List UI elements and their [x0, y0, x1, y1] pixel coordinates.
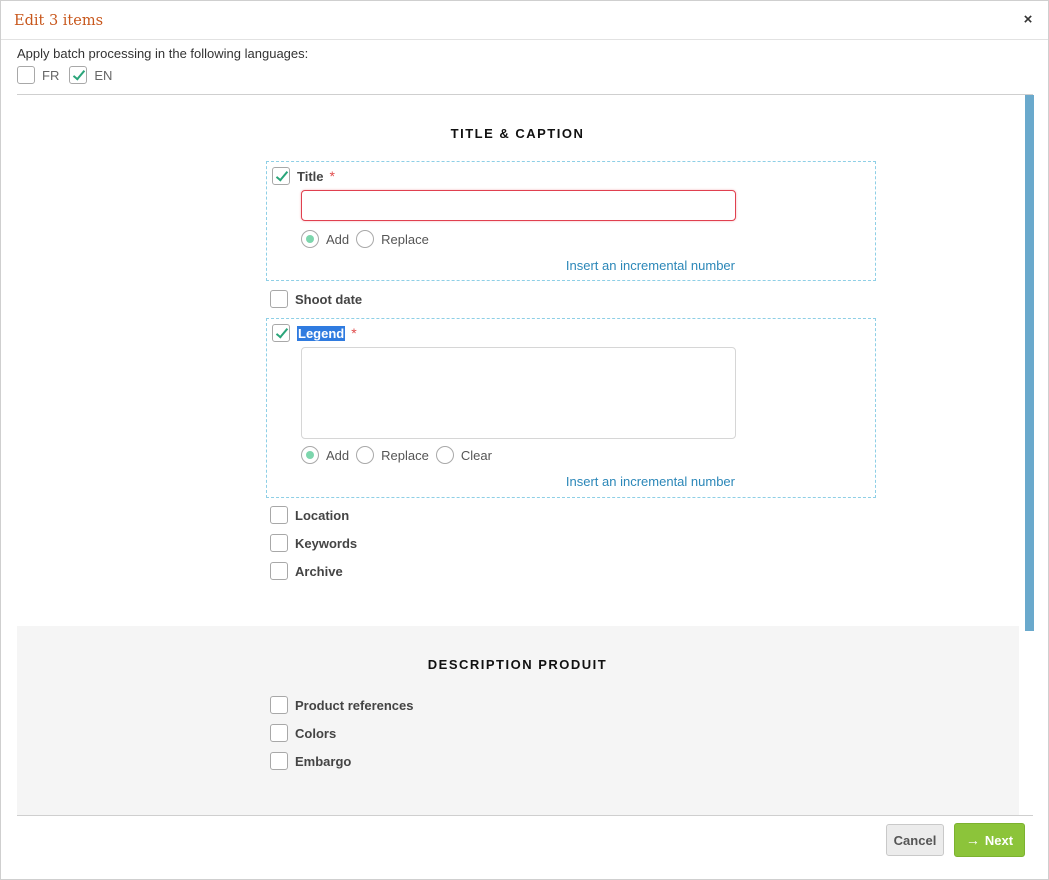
language-en-label: EN — [94, 67, 113, 83]
title-radio-add[interactable]: Add — [301, 230, 349, 248]
dialog-title: Edit 3 items — [14, 13, 104, 29]
legend-radio-replace-button[interactable] — [356, 446, 375, 464]
language-option-en[interactable]: EN — [69, 66, 112, 84]
title-mode-radios: Add Replace — [301, 230, 436, 248]
location-label: Location — [295, 507, 350, 523]
legend-field-box: Legend * Add Replace Clear Insert an inc… — [266, 318, 876, 498]
cancel-button[interactable]: Cancel — [886, 824, 944, 856]
title-field-box: Title * Add Replace Insert an incrementa… — [266, 161, 876, 281]
product-references-checkbox[interactable] — [270, 696, 288, 714]
language-en-checkbox[interactable] — [69, 66, 88, 84]
title-radio-replace-button[interactable] — [356, 230, 375, 248]
colors-label: Colors — [295, 725, 337, 741]
legend-mode-radios: Add Replace Clear — [301, 446, 499, 464]
next-button[interactable]: → Next — [954, 823, 1025, 857]
embargo-row[interactable]: Embargo — [270, 752, 351, 770]
title-required-mark: * — [329, 168, 335, 184]
legend-radio-replace-label: Replace — [381, 447, 429, 463]
location-checkbox[interactable] — [270, 506, 288, 524]
keywords-checkbox[interactable] — [270, 534, 288, 552]
legend-radio-clear-label: Clear — [460, 447, 492, 463]
title-radio-add-label: Add — [326, 231, 350, 247]
close-icon[interactable]: × — [1020, 12, 1036, 28]
languages-options: FR EN — [17, 66, 122, 84]
language-option-fr[interactable]: FR — [17, 66, 59, 84]
legend-field-header: Legend * — [272, 324, 357, 342]
languages-label: Apply batch processing in the following … — [17, 46, 309, 61]
edit-dialog: Edit 3 items × Apply batch processing in… — [0, 0, 1049, 880]
legend-checkbox[interactable] — [272, 324, 290, 342]
archive-checkbox[interactable] — [270, 562, 288, 580]
title-incremental-link[interactable]: Insert an incremental number — [566, 258, 735, 273]
title-radio-add-button[interactable] — [301, 230, 319, 248]
keywords-row[interactable]: Keywords — [270, 534, 357, 552]
top-divider — [17, 94, 1033, 95]
legend-radio-add-button[interactable] — [301, 446, 319, 464]
legend-radio-replace[interactable]: Replace — [356, 446, 429, 464]
title-field-header: Title * — [272, 167, 335, 185]
archive-row[interactable]: Archive — [270, 562, 343, 580]
keywords-label: Keywords — [295, 535, 358, 551]
language-fr-label: FR — [42, 67, 60, 83]
embargo-label: Embargo — [295, 753, 352, 769]
shoot-date-row[interactable]: Shoot date — [270, 290, 362, 308]
legend-required-mark: * — [351, 325, 357, 341]
dialog-header: Edit 3 items × — [1, 1, 1048, 40]
legend-label: Legend — [297, 325, 346, 341]
legend-radio-clear[interactable]: Clear — [435, 446, 492, 464]
product-references-label: Product references — [295, 697, 414, 713]
shoot-date-label: Shoot date — [295, 291, 363, 307]
title-input[interactable] — [301, 190, 736, 221]
location-row[interactable]: Location — [270, 506, 349, 524]
scrollbar-thumb[interactable] — [1025, 95, 1034, 631]
title-radio-replace[interactable]: Replace — [356, 230, 429, 248]
product-references-row[interactable]: Product references — [270, 696, 414, 714]
legend-radio-clear-button[interactable] — [435, 446, 454, 464]
colors-checkbox[interactable] — [270, 724, 288, 742]
legend-radio-add[interactable]: Add — [301, 446, 349, 464]
legend-incremental-link[interactable]: Insert an incremental number — [566, 474, 735, 489]
bottom-divider — [17, 815, 1033, 816]
section-title-caption: TITLE & CAPTION — [450, 126, 585, 141]
colors-row[interactable]: Colors — [270, 724, 336, 742]
archive-label: Archive — [295, 563, 343, 579]
next-button-label: Next — [984, 832, 1014, 848]
title-radio-replace-label: Replace — [381, 231, 429, 247]
title-checkbox[interactable] — [272, 167, 290, 185]
shoot-date-checkbox[interactable] — [270, 290, 288, 308]
arrow-right-icon: → — [965, 832, 980, 848]
title-label: Title — [297, 168, 324, 184]
legend-textarea[interactable] — [301, 347, 736, 439]
description-panel — [17, 626, 1019, 815]
legend-radio-add-label: Add — [326, 447, 350, 463]
language-fr-checkbox[interactable] — [17, 66, 35, 84]
section-title-description: DESCRIPTION PRODUIT — [427, 657, 608, 672]
embargo-checkbox[interactable] — [270, 752, 288, 770]
